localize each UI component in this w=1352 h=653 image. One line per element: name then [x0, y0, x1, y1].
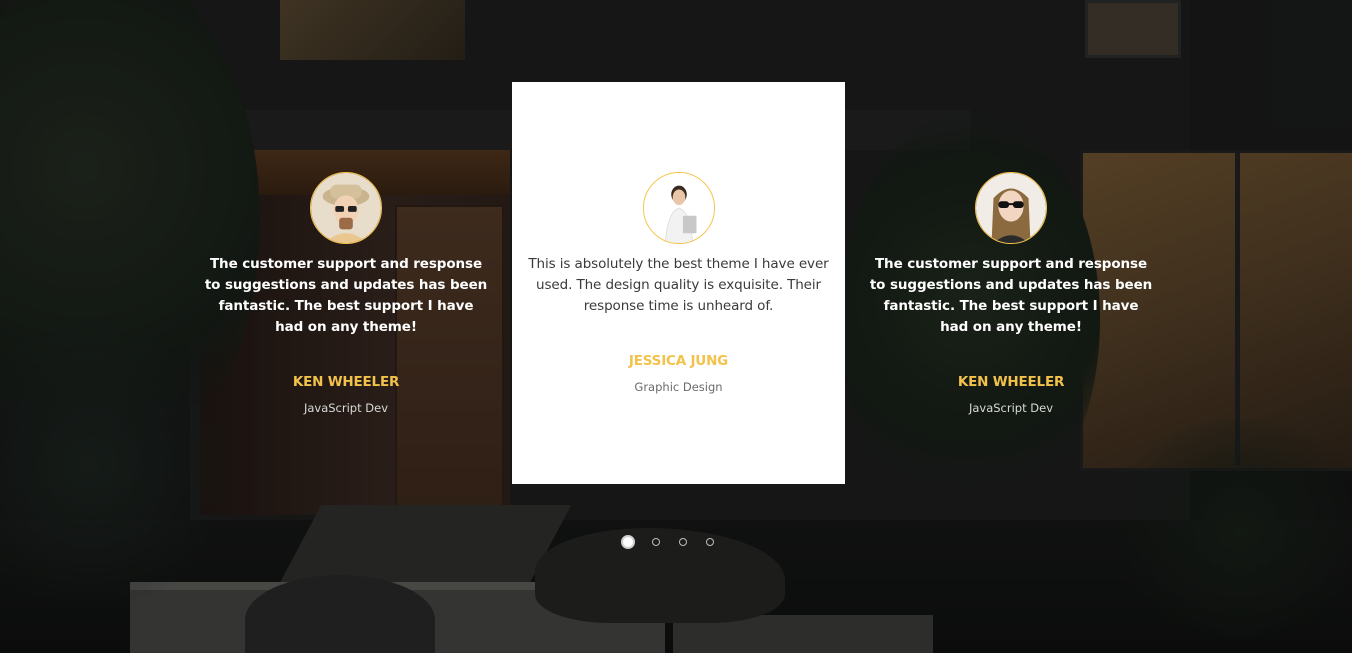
testimonial-slide-active[interactable]: This is absolutely the best theme I have…	[512, 82, 845, 484]
testimonial-quote: This is absolutely the best theme I have…	[528, 256, 829, 314]
testimonial-slide-left[interactable]: The customer support and response to sug…	[191, 82, 501, 484]
testimonial-author-name: KEN WHEELER	[292, 374, 400, 390]
woman-sunglasses-avatar-icon	[976, 173, 1046, 243]
carousel-dot-4[interactable]	[706, 538, 714, 546]
testimonial-author-name: KEN WHEELER	[957, 374, 1065, 390]
testimonial-quote: The customer support and response to sug…	[869, 256, 1153, 335]
testimonial-author-role: JavaScript Dev	[968, 401, 1054, 415]
testimonial-author-role: Graphic Design	[634, 380, 723, 394]
carousel-dot-2[interactable]	[652, 538, 660, 546]
testimonial-author-role: JavaScript Dev	[303, 401, 389, 415]
businesswoman-avatar-icon	[643, 173, 714, 243]
avatar	[975, 172, 1047, 244]
carousel-dot-3[interactable]	[679, 538, 687, 546]
carousel-dot-1[interactable]	[621, 535, 635, 549]
testimonial-author-name: JESSICA JUNG	[628, 353, 729, 369]
avatar	[642, 172, 715, 244]
testimonial-slide-right[interactable]: The customer support and response to sug…	[856, 82, 1166, 484]
avatar	[310, 172, 382, 244]
testimonial-quote: The customer support and response to sug…	[204, 256, 488, 335]
woman-with-hat-avatar-icon	[311, 173, 381, 243]
